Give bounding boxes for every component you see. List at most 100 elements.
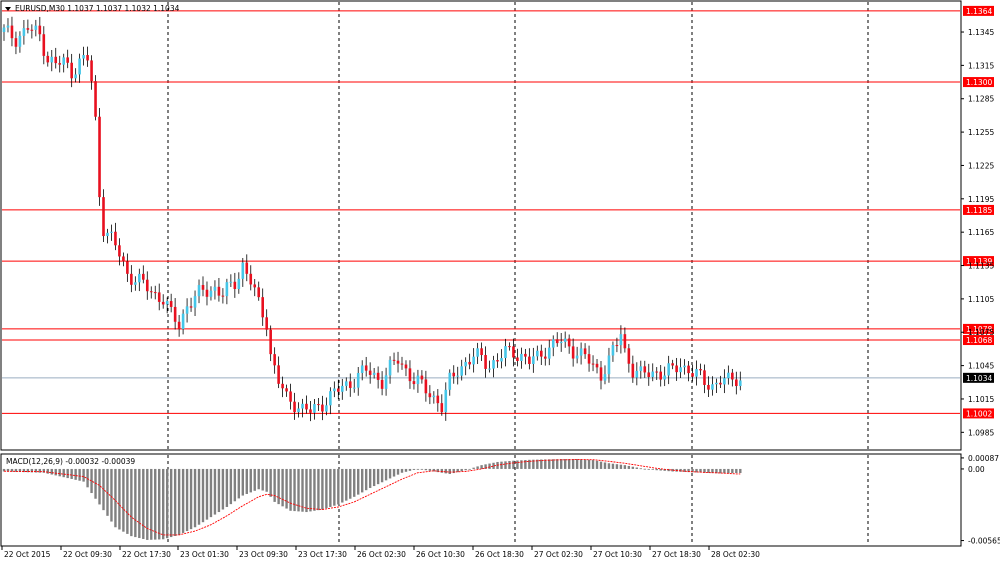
candle-body — [34, 25, 38, 30]
candle-body — [265, 317, 268, 330]
level-price-label: 1.1300 — [966, 78, 992, 87]
candle-body — [356, 372, 360, 388]
candle-body — [424, 379, 428, 394]
macd-bar — [217, 468, 221, 513]
macd-bar — [74, 468, 77, 480]
macd-tick-label: 0.00 — [968, 465, 985, 474]
macd-bar — [197, 468, 201, 525]
macd-bar — [237, 468, 241, 499]
candle-body — [110, 231, 113, 233]
macd-bar — [110, 468, 113, 522]
macd-bar — [277, 468, 280, 505]
macd-bar — [325, 468, 328, 509]
macd-bar — [281, 468, 284, 507]
price-tick-label: 1.1045 — [968, 362, 994, 371]
level-price-label: 1.1002 — [966, 409, 992, 418]
macd-tick-label: -0.00565 — [968, 537, 1000, 546]
candle-body — [404, 364, 408, 369]
candle-body — [480, 348, 483, 356]
candle-body — [643, 366, 647, 373]
macd-bar — [261, 468, 264, 491]
candle-body — [735, 379, 738, 387]
time-tick-label: 23 Oct 01:30 — [180, 550, 229, 559]
macd-bar — [66, 468, 69, 479]
candle-body — [611, 345, 615, 356]
candle-body — [134, 282, 137, 285]
candle-body — [209, 290, 213, 297]
candle-body — [368, 370, 372, 375]
candle-body — [524, 353, 527, 357]
candle-body — [142, 273, 145, 280]
macd-bar — [583, 459, 587, 469]
candle-body — [536, 350, 539, 357]
time-tick-label: 26 Oct 18:30 — [475, 550, 524, 559]
candle-body — [130, 273, 133, 285]
macd-bar — [54, 468, 57, 476]
macd-bar — [468, 468, 471, 470]
macd-bar — [579, 459, 583, 469]
candle-body — [173, 306, 177, 322]
price-panel[interactable] — [0, 0, 962, 451]
candle-body — [102, 197, 105, 237]
candle-body — [42, 34, 46, 56]
macd-bar — [253, 468, 256, 491]
candle-body — [233, 281, 237, 289]
macd-bar — [165, 468, 169, 539]
candle-body — [86, 55, 89, 61]
macd-bar — [623, 465, 627, 469]
macd-bar — [245, 468, 248, 494]
macd-bar — [508, 461, 511, 469]
candle-body — [205, 289, 209, 297]
candle-body — [98, 116, 101, 198]
macd-bar — [595, 460, 599, 469]
macd-bar — [404, 468, 408, 472]
candle-body — [571, 346, 575, 359]
macd-bar — [193, 468, 197, 528]
candle-body — [659, 371, 662, 380]
candle-body — [635, 370, 639, 378]
candle-body — [615, 345, 619, 347]
macd-bar — [556, 459, 559, 469]
macd-bar — [739, 468, 742, 473]
candle-body — [532, 356, 535, 364]
macd-bar — [70, 468, 73, 479]
macd-bar — [392, 468, 396, 477]
trading-chart[interactable]: 1.1364 1.1300 1.1185 1.1139 1.1078 1.1068 1.10… — [0, 0, 1000, 562]
chart-header: EURUSD,M30 1.1037 1.1037 1.1032 1.1034 — [5, 4, 180, 13]
candle-body — [380, 379, 384, 389]
candle-body — [655, 371, 659, 373]
price-tick-label: 1.1255 — [968, 128, 994, 137]
candle-body — [6, 25, 10, 28]
price-tick-label: 1.1225 — [968, 161, 994, 170]
macd-bar — [416, 468, 420, 470]
macd-bar — [631, 466, 635, 469]
candle-body — [508, 346, 511, 348]
candle-body — [341, 385, 344, 392]
candle-body — [14, 38, 18, 47]
macd-bar — [460, 468, 463, 472]
candle-body — [420, 375, 424, 380]
candle-body — [333, 388, 336, 392]
candle-body — [249, 273, 253, 285]
candle-body — [54, 56, 58, 64]
candle-body — [563, 338, 567, 342]
candle-body — [687, 365, 690, 374]
macd-bar — [647, 468, 650, 470]
candle-body — [297, 408, 300, 413]
candle-body — [675, 365, 678, 373]
candle-body — [444, 389, 448, 413]
candle-body — [145, 279, 149, 292]
candle-body — [408, 368, 412, 382]
macd-bar — [269, 468, 272, 497]
macd-bar — [150, 468, 153, 540]
candle-body — [512, 346, 515, 358]
macd-bar — [488, 463, 491, 469]
candle-body — [739, 380, 742, 387]
candle-body — [221, 295, 225, 297]
price-tick-label: 1.1345 — [968, 28, 994, 37]
candle-body — [476, 348, 479, 357]
macd-bar — [571, 459, 575, 469]
candle-body — [711, 384, 714, 390]
macd-bar — [309, 468, 312, 512]
candle-body — [325, 405, 328, 412]
